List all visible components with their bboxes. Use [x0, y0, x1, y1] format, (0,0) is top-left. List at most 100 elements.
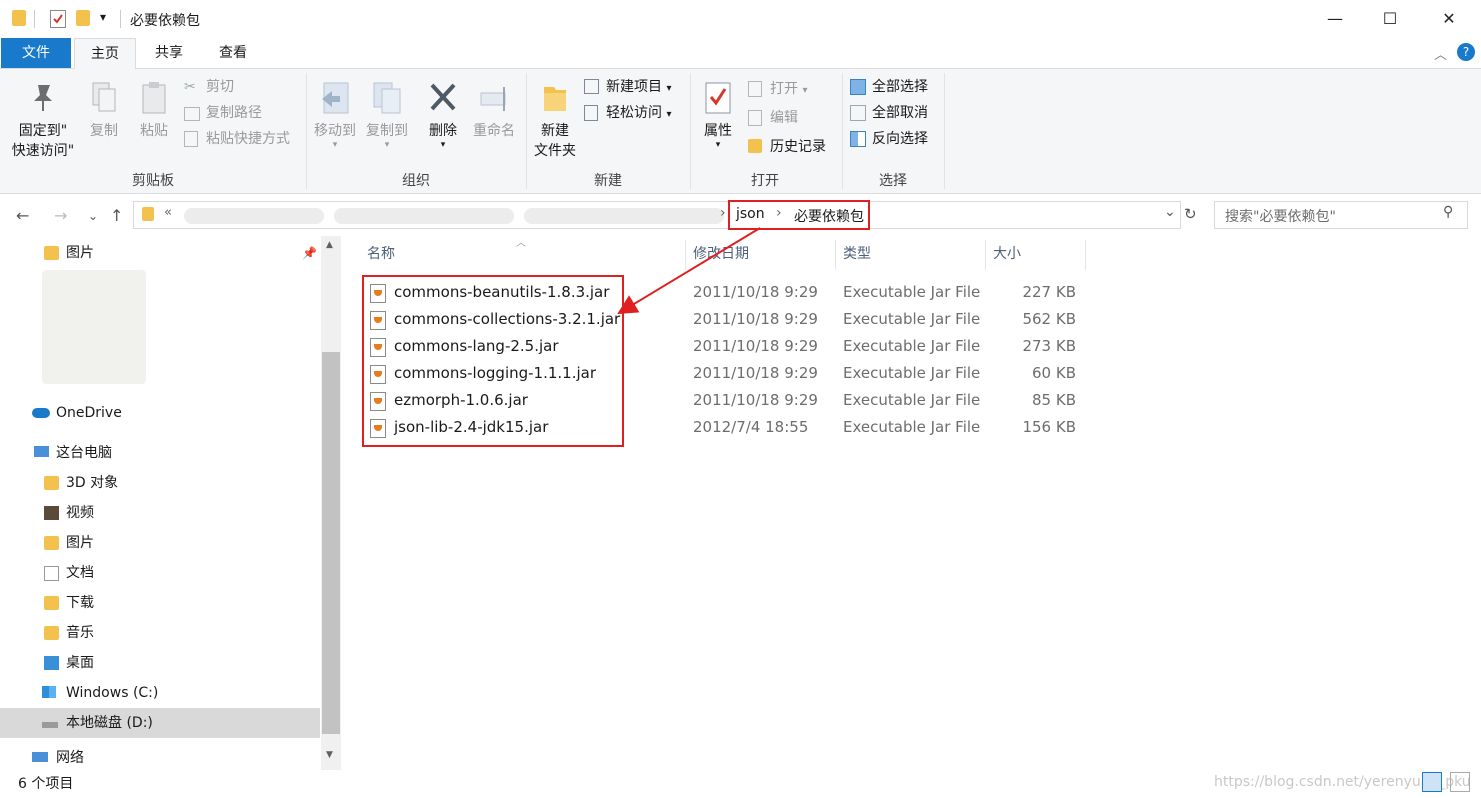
- item-count: 6 个项目: [18, 776, 74, 792]
- divider: [120, 10, 121, 28]
- collapse-ribbon-icon[interactable]: ︿: [1434, 44, 1447, 63]
- nav-label: Windows (C:): [66, 685, 159, 701]
- refresh-icon[interactable]: ↻: [1184, 205, 1197, 223]
- address-dropdown-chevron-icon[interactable]: ⌄: [1164, 204, 1176, 220]
- nav-item-desktop[interactable]: 桌面: [0, 648, 320, 678]
- search-input[interactable]: 搜索"必要依赖包": [1225, 206, 1336, 226]
- nav-item-drive-c[interactable]: Windows (C:): [0, 678, 320, 708]
- new-item-button[interactable]: 新建项目 ▾: [584, 77, 671, 99]
- column-divider[interactable]: [1085, 240, 1086, 270]
- properties-icon: [705, 82, 731, 114]
- video-folder-icon: [44, 506, 59, 520]
- nav-item-downloads[interactable]: 下载: [0, 588, 320, 618]
- delete-button[interactable]: 删除 ▾: [420, 81, 466, 150]
- copy-path-icon: [184, 107, 200, 121]
- folder-icon: [12, 10, 26, 26]
- pin-icon[interactable]: 📌: [302, 238, 317, 268]
- tab-share[interactable]: 共享: [140, 38, 198, 68]
- cut-button[interactable]: ✂ 剪切: [184, 77, 234, 97]
- easy-access-button[interactable]: 轻松访问 ▾: [584, 103, 671, 125]
- properties-quick-icon[interactable]: [50, 10, 66, 28]
- new-folder-quick-icon[interactable]: [76, 10, 90, 26]
- pictures-folder-icon: [44, 536, 59, 550]
- properties-button[interactable]: 属性 ▾: [696, 81, 740, 150]
- forward-arrow-icon[interactable]: →: [54, 206, 67, 225]
- tab-view[interactable]: 查看: [204, 38, 262, 68]
- column-divider[interactable]: [985, 240, 986, 270]
- scroll-up-arrow-icon[interactable]: ▲: [326, 240, 333, 250]
- nav-item-videos[interactable]: 视频: [0, 498, 320, 528]
- pictures-folder-icon: [44, 246, 59, 260]
- large-icons-view-icon[interactable]: [1450, 772, 1470, 792]
- pin-to-quick-access-button[interactable]: 固定到" 快速访问": [6, 81, 80, 161]
- copy-path-button[interactable]: 复制路径: [184, 103, 262, 123]
- file-type: Executable Jar File: [843, 337, 981, 355]
- maximize-button[interactable]: ☐: [1367, 0, 1413, 38]
- file-type: Executable Jar File: [843, 364, 981, 382]
- nav-label: OneDrive: [56, 405, 122, 421]
- up-arrow-icon[interactable]: ↑: [110, 206, 123, 225]
- paste-button[interactable]: 粘贴: [134, 81, 174, 141]
- column-divider[interactable]: [835, 240, 836, 270]
- column-header-type[interactable]: 类型: [843, 236, 871, 272]
- pin-icon: [34, 85, 52, 111]
- edit-icon: [748, 110, 762, 126]
- nav-item-onedrive[interactable]: OneDrive: [0, 398, 320, 428]
- details-view-icon[interactable]: [1422, 772, 1442, 792]
- new-folder-button[interactable]: 新建 文件夹: [530, 81, 580, 161]
- file-modified: 2011/10/18 9:29: [693, 391, 818, 409]
- back-arrow-icon[interactable]: ←: [16, 206, 29, 225]
- rename-button[interactable]: 重命名: [468, 81, 520, 141]
- help-icon[interactable]: ?: [1457, 43, 1475, 61]
- breadcrumb-chevron-icon[interactable]: ›: [720, 205, 726, 221]
- move-to-label: 移动到: [314, 123, 356, 139]
- edit-button[interactable]: 编辑: [748, 108, 798, 128]
- clipboard-group-label: 剪贴板: [132, 173, 174, 189]
- close-button[interactable]: ✕: [1426, 0, 1472, 38]
- column-header-size[interactable]: 大小: [993, 236, 1021, 272]
- nav-scrollbar-thumb[interactable]: [322, 352, 340, 734]
- nav-item-music[interactable]: 音乐: [0, 618, 320, 648]
- search-icon[interactable]: ⚲: [1443, 204, 1453, 220]
- paste-shortcut-label: 粘贴快捷方式: [206, 131, 290, 147]
- nav-label: 桌面: [66, 655, 94, 671]
- tab-home[interactable]: 主页: [74, 38, 136, 70]
- folder-thumbnail: [42, 270, 146, 384]
- copy-icon: [92, 82, 116, 112]
- open-group-label: 打开: [751, 173, 779, 189]
- paste-label: 粘贴: [140, 123, 168, 139]
- open-button[interactable]: 打开 ▾: [748, 79, 807, 101]
- scroll-down-arrow-icon[interactable]: ▼: [326, 750, 333, 760]
- copy-to-button[interactable]: 复制到 ▾: [362, 81, 412, 150]
- copy-button[interactable]: 复制: [84, 81, 124, 141]
- file-type: Executable Jar File: [843, 310, 981, 328]
- disk-drive-icon: [42, 722, 58, 728]
- file-type: Executable Jar File: [843, 283, 981, 301]
- tab-file[interactable]: 文件: [1, 38, 71, 68]
- file-type: Executable Jar File: [843, 418, 981, 436]
- nav-item-network[interactable]: 网络: [0, 748, 320, 768]
- nav-item-documents[interactable]: 文档: [0, 558, 320, 588]
- column-header-name[interactable]: 名称: [367, 236, 395, 272]
- invert-selection-button[interactable]: 反向选择: [850, 129, 928, 149]
- quick-access-dropdown[interactable]: ▾: [100, 10, 106, 24]
- select-all-button[interactable]: 全部选择: [850, 77, 928, 97]
- select-none-button[interactable]: 全部取消: [850, 103, 928, 123]
- breadcrumb-overflow[interactable]: «: [164, 205, 172, 220]
- open-label: 打开: [770, 81, 798, 97]
- computer-icon: [34, 446, 49, 457]
- search-box[interactable]: 搜索"必要依赖包" ⚲: [1214, 201, 1468, 229]
- recent-locations-chevron-icon[interactable]: ⌄: [88, 209, 98, 223]
- nav-item-this-pc[interactable]: 这台电脑: [0, 438, 320, 468]
- minimize-button[interactable]: —: [1312, 0, 1358, 38]
- nav-item-pictures[interactable]: 图片: [0, 528, 320, 558]
- nav-item-drive-d[interactable]: 本地磁盘 (D:): [0, 708, 320, 738]
- move-to-button[interactable]: 移动到 ▾: [310, 81, 360, 150]
- open-icon: [748, 81, 762, 97]
- history-button[interactable]: 历史记录: [748, 137, 826, 157]
- folder-icon: [142, 207, 154, 221]
- paste-shortcut-button[interactable]: 粘贴快捷方式: [184, 129, 290, 149]
- divider: [690, 73, 691, 189]
- nav-item-pictures-pinned[interactable]: 图片 📌: [0, 238, 320, 268]
- nav-item-3d-objects[interactable]: 3D 对象: [0, 468, 320, 498]
